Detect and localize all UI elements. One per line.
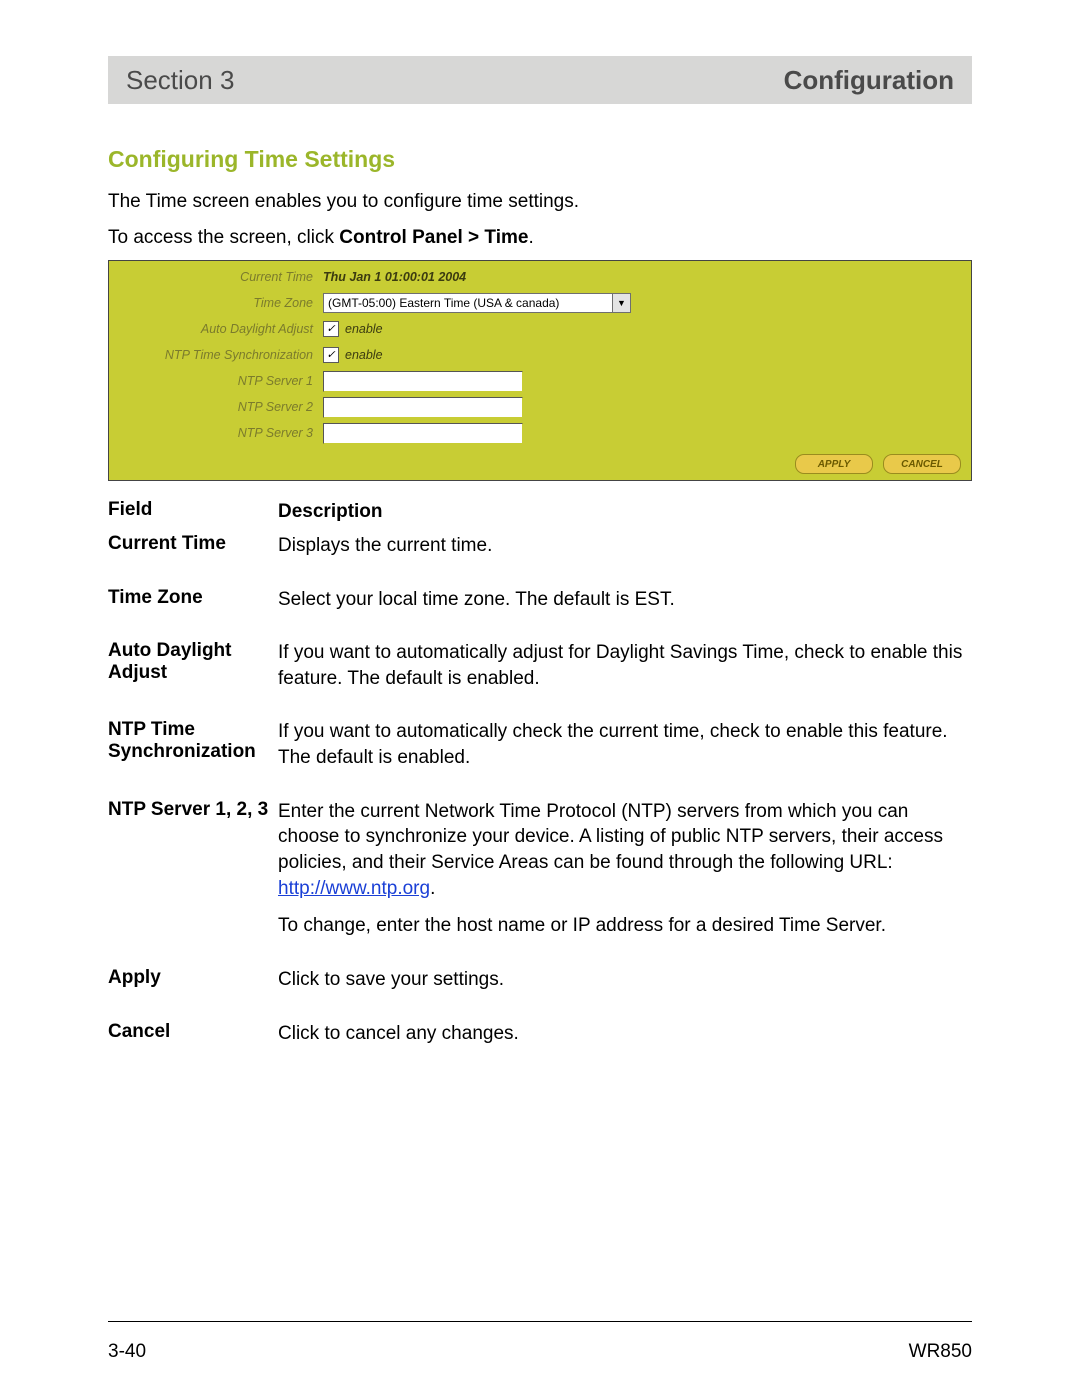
- intro-paragraph-1: The Time screen enables you to configure…: [108, 189, 972, 215]
- footer: 3-40 WR850: [108, 1341, 972, 1363]
- col-header-field: Field: [108, 499, 278, 521]
- time-zone-value: (GMT-05:00) Eastern Time (USA & canada): [323, 293, 613, 313]
- time-config-panel: Current Time Thu Jan 1 01:00:01 2004 Tim…: [108, 260, 972, 481]
- row-ntp2: NTP Server 2: [115, 394, 965, 420]
- footer-rule: [108, 1321, 972, 1322]
- ntp-server-3-input[interactable]: [323, 423, 523, 444]
- field-name: Current Time: [108, 533, 278, 555]
- label-ntp2: NTP Server 2: [115, 400, 323, 414]
- field-name: NTP Time Synchronization: [108, 719, 278, 763]
- field-name: Apply: [108, 967, 278, 989]
- row-ntp-sync: NTP Time Synchronization ✓ enable: [115, 342, 965, 368]
- cancel-button[interactable]: CANCEL: [883, 454, 961, 474]
- apply-button[interactable]: APPLY: [795, 454, 873, 474]
- field-desc: Enter the current Network Time Protocol …: [278, 799, 972, 939]
- intro-paragraph-2: To access the screen, click Control Pane…: [108, 225, 972, 251]
- table-row: Current Time Displays the current time.: [108, 533, 972, 559]
- field-name: NTP Server 1, 2, 3: [108, 799, 278, 821]
- page-title: Configuration: [784, 65, 954, 96]
- row-time-zone: Time Zone (GMT-05:00) Eastern Time (USA …: [115, 290, 965, 316]
- field-name: Cancel: [108, 1021, 278, 1043]
- subheading: Configuring Time Settings: [108, 146, 972, 173]
- model-id: WR850: [909, 1341, 972, 1363]
- row-ntp3: NTP Server 3: [115, 420, 965, 446]
- table-row: Time Zone Select your local time zone. T…: [108, 587, 972, 613]
- label-time-zone: Time Zone: [115, 296, 323, 310]
- table-row: Cancel Click to cancel any changes.: [108, 1021, 972, 1047]
- ntp-desc-pre: Enter the current Network Time Protocol …: [278, 801, 943, 873]
- col-header-desc: Description: [278, 499, 972, 525]
- label-ntp1: NTP Server 1: [115, 374, 323, 388]
- page-number: 3-40: [108, 1341, 146, 1363]
- label-ntp-sync: NTP Time Synchronization: [115, 348, 323, 362]
- page-header-bar: Section 3 Configuration: [108, 56, 972, 104]
- dropdown-arrow-icon[interactable]: ▼: [613, 293, 631, 313]
- field-desc: If you want to automatically adjust for …: [278, 640, 972, 691]
- section-label: Section 3: [126, 65, 234, 96]
- field-name: Time Zone: [108, 587, 278, 609]
- intro-2-pre: To access the screen, click: [108, 227, 339, 248]
- table-row: Apply Click to save your settings.: [108, 967, 972, 993]
- label-ntp3: NTP Server 3: [115, 426, 323, 440]
- intro-2-post: .: [528, 227, 533, 248]
- ntp-sync-enable-text: enable: [345, 348, 383, 362]
- auto-daylight-enable-text: enable: [345, 322, 383, 336]
- field-description-table: Field Description Current Time Displays …: [108, 499, 972, 1046]
- row-ntp1: NTP Server 1: [115, 368, 965, 394]
- value-current-time: Thu Jan 1 01:00:01 2004: [323, 270, 466, 284]
- ntp-server-2-input[interactable]: [323, 397, 523, 418]
- ntp-sync-checkbox[interactable]: ✓: [323, 347, 339, 363]
- ntp-server-1-input[interactable]: [323, 371, 523, 392]
- ntp-desc-post: .: [430, 878, 435, 899]
- field-desc: If you want to automatically check the c…: [278, 719, 972, 770]
- ntp-desc-2: To change, enter the host name or IP add…: [278, 913, 972, 939]
- table-header-row: Field Description: [108, 499, 972, 525]
- table-row: NTP Server 1, 2, 3 Enter the current Net…: [108, 799, 972, 939]
- field-desc: Click to save your settings.: [278, 967, 972, 993]
- auto-daylight-checkbox[interactable]: ✓: [323, 321, 339, 337]
- time-zone-select[interactable]: (GMT-05:00) Eastern Time (USA & canada) …: [323, 293, 631, 313]
- field-name: Auto Daylight Adjust: [108, 640, 278, 684]
- table-row: Auto Daylight Adjust If you want to auto…: [108, 640, 972, 691]
- panel-button-row: APPLY CANCEL: [109, 450, 971, 480]
- table-row: NTP Time Synchronization If you want to …: [108, 719, 972, 770]
- label-current-time: Current Time: [115, 270, 323, 284]
- field-desc: Click to cancel any changes.: [278, 1021, 972, 1047]
- label-auto-daylight: Auto Daylight Adjust: [115, 322, 323, 336]
- ntp-org-link[interactable]: http://www.ntp.org: [278, 878, 430, 899]
- row-auto-daylight: Auto Daylight Adjust ✓ enable: [115, 316, 965, 342]
- row-current-time: Current Time Thu Jan 1 01:00:01 2004: [115, 264, 965, 290]
- intro-2-strong: Control Panel > Time: [339, 227, 528, 248]
- field-desc: Select your local time zone. The default…: [278, 587, 972, 613]
- field-desc: Displays the current time.: [278, 533, 972, 559]
